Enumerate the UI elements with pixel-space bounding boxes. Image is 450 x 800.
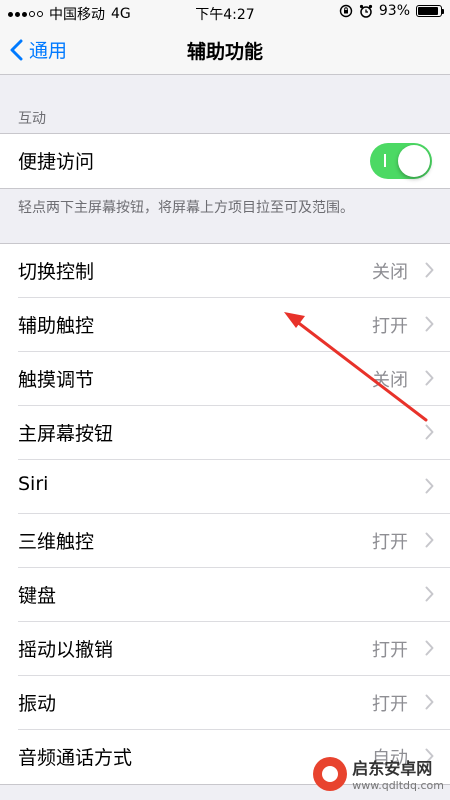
reachability-label: 便捷访问 [18,151,95,173]
chevron-right-icon [425,370,434,386]
settings-row[interactable]: 振动 打开 [0,676,450,730]
settings-row-label: 振动 [18,693,57,715]
settings-row-value: 打开 [372,694,408,715]
reachability-row: 便捷访问 [0,134,450,188]
settings-row-label: 键盘 [18,585,57,607]
settings-row[interactable]: 键盘 [0,568,450,622]
settings-row-value: 打开 [372,532,408,553]
settings-row[interactable]: Siri [0,460,450,514]
settings-row-label: Siri [18,473,49,495]
chevron-right-icon [425,262,434,278]
settings-row[interactable]: 三维触控 打开 [0,514,450,568]
settings-row-label: 音频通话方式 [18,747,133,769]
watermark-url: www.qdltdq.com [352,779,444,792]
chevron-right-icon [425,316,434,332]
reachability-toggle[interactable] [370,143,432,179]
chevron-right-icon [425,694,434,710]
watermark: 启东安卓网 www.qdltdq.com [313,755,444,792]
watermark-logo-icon [313,756,348,791]
page-title: 辅助功能 [186,41,263,63]
reachability-footer: 轻点两下主屏幕按钮，将屏幕上方项目拉至可及范围。 [18,200,354,216]
chevron-right-icon [425,424,434,440]
navigation-bar: 通用 辅助功能 [0,26,450,75]
battery-icon [416,5,444,17]
battery-level [418,7,439,15]
settings-row-value: 关闭 [372,370,408,391]
toggle-knob [398,145,430,177]
chevron-right-icon [425,478,434,494]
battery-percent: 93% [378,3,410,19]
toggle-on-mark-icon [384,154,386,167]
chevron-right-icon [425,586,434,602]
settings-list: 切换控制 关闭 辅助触控 打开 触摸调节 关闭 主屏幕按钮 Siri 三维触控 打开 键盘 摇动以撤销… [0,243,450,785]
settings-row[interactable]: 辅助触控 打开 [0,298,450,352]
settings-row-value: 打开 [372,316,408,337]
settings-row-value: 打开 [372,640,408,661]
settings-row[interactable]: 摇动以撤销 打开 [0,622,450,676]
reachability-group: 便捷访问 [0,133,450,189]
settings-row-label: 摇动以撤销 [18,639,114,661]
settings-row[interactable]: 触摸调节 关闭 [0,352,450,406]
settings-row-label: 三维触控 [18,531,95,553]
settings-row[interactable]: 切换控制 关闭 [0,244,450,298]
settings-row-label: 辅助触控 [18,315,95,337]
watermark-title: 启东安卓网 [352,759,433,778]
settings-row-label: 触摸调节 [18,369,95,391]
section-header-interaction: 互动 [18,111,46,127]
clock: 下午4:27 [195,7,255,23]
chevron-right-icon [425,640,434,656]
settings-row-label: 主屏幕按钮 [18,423,114,445]
alarm-icon [359,4,372,18]
settings-row-label: 切换控制 [18,261,95,283]
orientation-lock-icon [339,4,353,18]
settings-row[interactable]: 主屏幕按钮 [0,406,450,460]
status-bar: 中国移动 4G 下午4:27 93% [0,0,450,26]
settings-row-value: 关闭 [372,262,408,283]
chevron-right-icon [425,532,434,548]
